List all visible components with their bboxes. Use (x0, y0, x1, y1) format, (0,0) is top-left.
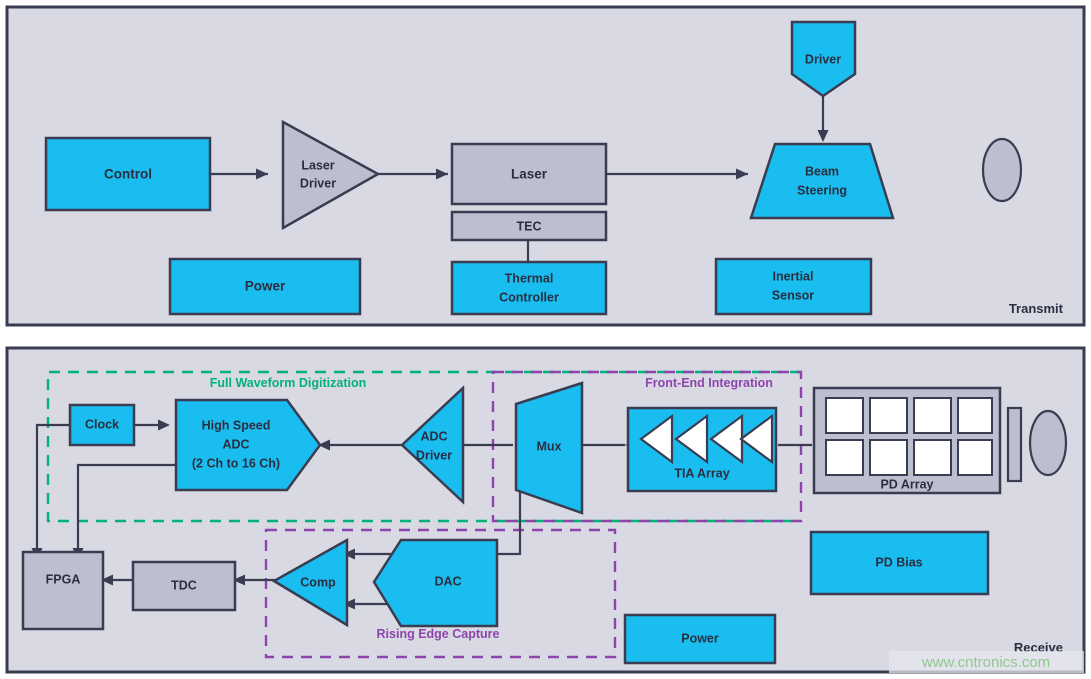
laser-label: Laser (511, 167, 548, 182)
adc-driver-label-line1: ADC (420, 429, 447, 443)
clock-label: Clock (85, 417, 119, 431)
pd-bias-label: PD Bias (875, 555, 922, 569)
receive-block-dac[interactable]: DAC (372, 538, 499, 628)
receive-block-pd-array[interactable]: PD Array (812, 386, 1002, 495)
transmit-block-control[interactable]: Control (44, 136, 212, 212)
inertial-label-line1: Inertial (773, 269, 814, 283)
beam-label-line2: Steering (797, 183, 847, 197)
transmit-block-laser[interactable]: Laser (450, 142, 608, 206)
group-label-front-end: Front-End Integration (645, 376, 773, 390)
inertial-label-line2: Sensor (772, 288, 815, 302)
laser-driver-label-line1: Laser (301, 158, 334, 172)
receive-block-clock[interactable]: Clock (68, 403, 136, 447)
adc-label-line1: High Speed (202, 418, 271, 432)
dac-label: DAC (434, 574, 461, 588)
group-label-rising-edge: Rising Edge Capture (377, 627, 500, 641)
receive-block-power[interactable]: Power (623, 613, 777, 665)
receive-block-high-speed-adc[interactable]: High Speed ADC (2 Ch to 16 Ch) (174, 398, 322, 492)
receive-block-tia-array[interactable]: TIA Array (626, 406, 778, 493)
mux-label: Mux (537, 439, 562, 453)
watermark: www.cntronics.com (889, 651, 1084, 673)
receive-block-pd-bias[interactable]: PD Bias (809, 530, 990, 596)
laser-driver-label-line2: Driver (300, 176, 336, 190)
transmit-block-tec[interactable]: TEC (450, 210, 608, 242)
beam-label-line1: Beam (805, 164, 839, 178)
group-label-full-waveform: Full Waveform Digitization (210, 376, 366, 390)
thermal-label-line1: Thermal (505, 271, 554, 285)
transmit-block-power[interactable]: Power (168, 257, 362, 316)
transmit-block-inertial-sensor[interactable]: Inertial Sensor (714, 257, 873, 316)
transmit-panel: Control Laser Driver Laser TEC Thermal C… (5, 5, 1086, 327)
tdc-label: TDC (171, 578, 197, 592)
adc-driver-label-line2: Driver (416, 448, 452, 462)
watermark-text: www.cntronics.com (921, 654, 1050, 671)
transmit-lens-icon (981, 137, 1023, 203)
thermal-label-line2: Controller (499, 290, 559, 304)
transmit-power-label: Power (245, 279, 286, 294)
tec-label: TEC (517, 219, 542, 233)
tia-array-label: TIA Array (674, 466, 729, 480)
lidar-block-diagram: Control Laser Driver Laser TEC Thermal C… (0, 0, 1091, 679)
transmit-block-thermal-controller[interactable]: Thermal Controller (450, 260, 608, 316)
fpga-label: FPGA (46, 572, 81, 586)
adc-label-line2: ADC (222, 437, 249, 451)
receive-lens-icon (1028, 409, 1068, 477)
receive-block-fpga[interactable]: FPGA (21, 550, 105, 631)
receive-panel: Full Waveform Digitization Front-End Int… (5, 346, 1086, 674)
receive-power-label: Power (681, 631, 719, 645)
receive-aperture-icon (1006, 406, 1023, 483)
comp-label: Comp (300, 575, 336, 589)
receive-block-tdc[interactable]: TDC (131, 560, 237, 612)
adc-label-line3: (2 Ch to 16 Ch) (192, 456, 280, 470)
control-label: Control (104, 167, 152, 182)
transmit-block-beam-steering[interactable]: Beam Steering (749, 142, 895, 220)
pd-array-label: PD Array (880, 477, 933, 491)
driver-label: Driver (805, 52, 841, 66)
receive-block-mux[interactable]: Mux (514, 381, 584, 515)
transmit-panel-label: Transmit (1009, 301, 1064, 316)
